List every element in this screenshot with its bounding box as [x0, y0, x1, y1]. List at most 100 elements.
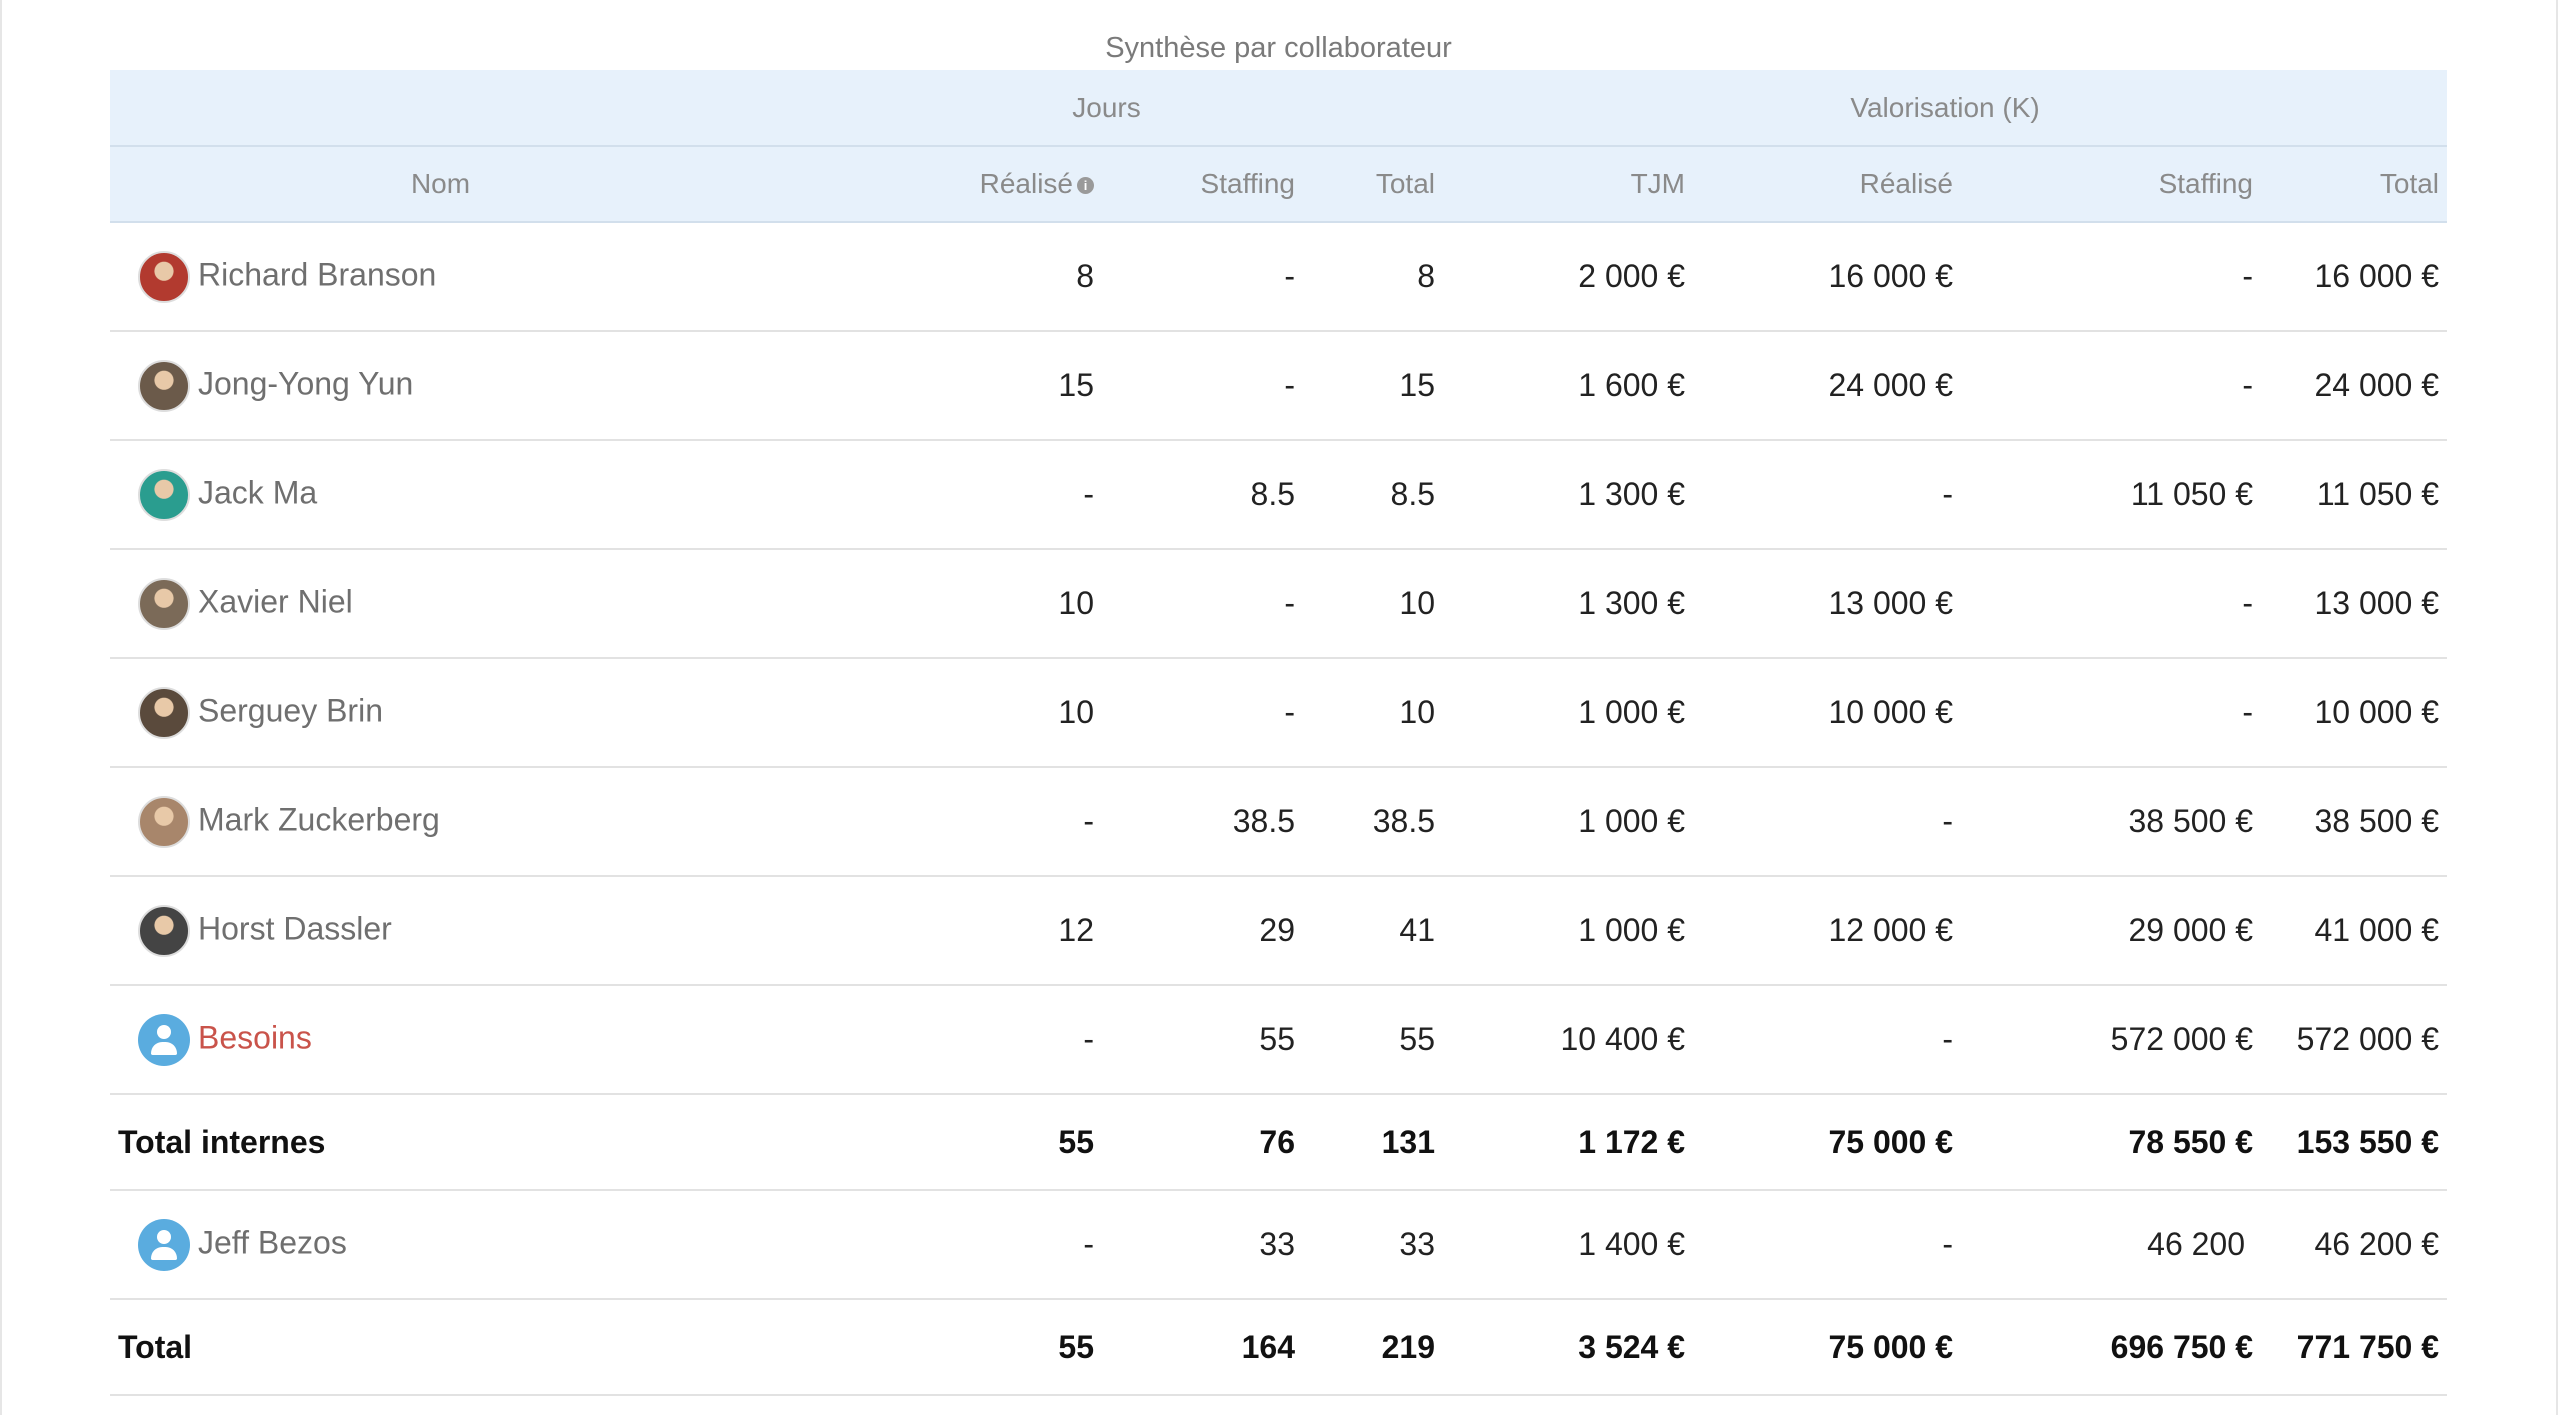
row-name-cell[interactable]: Jong-Yong Yun: [110, 331, 770, 441]
cell-total: 219: [1303, 1299, 1444, 1396]
cell-valorisation-realise: 24 000 €: [1693, 331, 1962, 441]
table-row-external: Jeff Bezos - 33 33 1 400 € - 46 200 46 2…: [110, 1190, 2448, 1300]
person-name[interactable]: Richard Branson: [198, 256, 436, 292]
cell-valorisation-staffing: 572 000 €: [1961, 985, 2262, 1095]
row-name-cell[interactable]: Xavier Niel: [110, 549, 770, 659]
person-name[interactable]: Serguey Brin: [198, 692, 383, 728]
row-name-cell[interactable]: Serguey Brin: [110, 658, 770, 768]
col-header-staffing[interactable]: Staffing: [1102, 146, 1303, 223]
cell-valorisation-total: 24 000 €: [2261, 331, 2448, 441]
cell-valorisation-total: 771 750 €: [2261, 1299, 2448, 1396]
header-column-row: Nom Réalisé i Staffing Total TJM Réalisé …: [110, 146, 2448, 223]
row-name-cell[interactable]: Jack Ma: [110, 440, 770, 550]
cell-realise: 55: [770, 1094, 1102, 1191]
cell-valorisation-realise: 75 000 €: [1693, 1299, 1962, 1396]
cell-total: 38.5: [1303, 767, 1444, 877]
cell-valorisation-total: 41 000 €: [2261, 876, 2448, 986]
cell-valorisation-staffing: 38 500 €: [1961, 767, 2262, 877]
cell-valorisation-total: 572 000 €: [2261, 985, 2448, 1095]
total-internes-row: Total internes 55 76 131 1 172 € 75 000 …: [110, 1094, 2448, 1191]
person-name[interactable]: Xavier Niel: [198, 583, 353, 619]
person-name[interactable]: Jong-Yong Yun: [198, 365, 413, 401]
cell-valorisation-realise: 12 000 €: [1693, 876, 1962, 986]
table-row: Richard Branson 8 - 8 2 000 € 16 000 € -…: [110, 222, 2448, 332]
col-header-valorisation-total[interactable]: Total: [2261, 146, 2448, 223]
person-name[interactable]: Jack Ma: [198, 474, 317, 510]
cell-valorisation-total: 153 550 €: [2261, 1094, 2448, 1191]
col-header-valorisation-realise[interactable]: Réalisé: [1693, 146, 1962, 223]
cell-valorisation-total: 13 000 €: [2261, 549, 2448, 659]
row-name-cell[interactable]: Horst Dassler: [110, 876, 770, 986]
cell-realise: -: [770, 767, 1102, 877]
header-group-row: Jours Valorisation (K): [110, 70, 2448, 147]
col-header-total[interactable]: Total: [1303, 146, 1444, 223]
cell-staffing: -: [1102, 331, 1303, 441]
cell-staffing: 164: [1102, 1299, 1303, 1396]
avatar: [138, 359, 190, 412]
table-row: Jong-Yong Yun 15 - 15 1 600 € 24 000 € -…: [110, 331, 2448, 441]
row-name-cell[interactable]: Besoins: [110, 985, 770, 1095]
cell-valorisation-staffing: -: [1961, 331, 2262, 441]
cell-valorisation-realise: 16 000 €: [1693, 222, 1962, 332]
cell-staffing: 55: [1102, 985, 1303, 1095]
person-name[interactable]: Mark Zuckerberg: [198, 801, 440, 837]
avatar: [138, 468, 190, 521]
cell-realise: -: [770, 440, 1102, 550]
avatar: [138, 577, 190, 630]
page-border-right: [2556, 0, 2558, 1415]
table-row: Horst Dassler 12 29 41 1 000 € 12 000 € …: [110, 876, 2448, 986]
cell-valorisation-total: 11 050 €: [2261, 440, 2448, 550]
cell-tjm: 1 400 €: [1443, 1190, 1694, 1300]
cell-staffing: -: [1102, 222, 1303, 332]
user-placeholder-icon: [138, 1218, 190, 1271]
table-caption: Synthèse par collaborateur: [1105, 32, 1452, 64]
cell-valorisation-staffing: 11 050 €: [1961, 440, 2262, 550]
row-name-cell[interactable]: Jeff Bezos: [110, 1190, 770, 1300]
grand-total-row: Total 55 164 219 3 524 € 75 000 € 696 75…: [110, 1299, 2448, 1396]
cell-tjm: 1 300 €: [1443, 440, 1694, 550]
person-name[interactable]: Jeff Bezos: [198, 1224, 347, 1260]
total-internes-label: Total internes: [110, 1094, 770, 1191]
cell-valorisation-staffing: 46 200: [1961, 1190, 2262, 1300]
cell-tjm: 1 000 €: [1443, 658, 1694, 768]
avatar: [138, 795, 190, 848]
col-header-realise[interactable]: Réalisé i: [770, 146, 1102, 223]
cell-valorisation-total: 16 000 €: [2261, 222, 2448, 332]
cell-valorisation-realise: -: [1693, 767, 1962, 877]
cell-total: 15: [1303, 331, 1444, 441]
info-icon[interactable]: i: [1077, 177, 1094, 195]
row-name-cell[interactable]: Mark Zuckerberg: [110, 767, 770, 877]
cell-tjm: 1 600 €: [1443, 331, 1694, 441]
row-name-cell[interactable]: Richard Branson: [110, 222, 770, 332]
cell-staffing: 8.5: [1102, 440, 1303, 550]
col-header-nom[interactable]: Nom: [110, 146, 770, 223]
col-header-valorisation-staffing[interactable]: Staffing: [1961, 146, 2262, 223]
cell-tjm: 1 000 €: [1443, 767, 1694, 877]
cell-valorisation-realise: -: [1693, 1190, 1962, 1300]
cell-total: 8.5: [1303, 440, 1444, 550]
cell-staffing: 38.5: [1102, 767, 1303, 877]
besoins-link[interactable]: Besoins: [198, 1019, 312, 1055]
cell-total: 131: [1303, 1094, 1444, 1191]
col-header-tjm[interactable]: TJM: [1443, 146, 1694, 223]
summary-panel: Synthèse par collaborateur Jours Valoris…: [110, 0, 2448, 1396]
avatar: [138, 686, 190, 739]
cell-tjm: 1 300 €: [1443, 549, 1694, 659]
summary-table: Jours Valorisation (K) Nom Réalisé i Staf…: [110, 70, 2448, 1396]
cell-valorisation-realise: 13 000 €: [1693, 549, 1962, 659]
cell-tjm: 10 400 €: [1443, 985, 1694, 1095]
cell-tjm: 1 000 €: [1443, 876, 1694, 986]
cell-tjm: 3 524 €: [1443, 1299, 1694, 1396]
cell-realise: 12: [770, 876, 1102, 986]
cell-tjm: 1 172 €: [1443, 1094, 1694, 1191]
cell-total: 8: [1303, 222, 1444, 332]
cell-valorisation-total: 10 000 €: [2261, 658, 2448, 768]
header-group-jours: Jours: [770, 70, 1444, 147]
cell-staffing: 29: [1102, 876, 1303, 986]
person-name[interactable]: Horst Dassler: [198, 910, 392, 946]
cell-realise: -: [770, 985, 1102, 1095]
cell-realise: -: [770, 1190, 1102, 1300]
table-row-besoins: Besoins - 55 55 10 400 € - 572 000 € 572…: [110, 985, 2448, 1095]
cell-total: 41: [1303, 876, 1444, 986]
user-placeholder-icon: [138, 1013, 190, 1066]
